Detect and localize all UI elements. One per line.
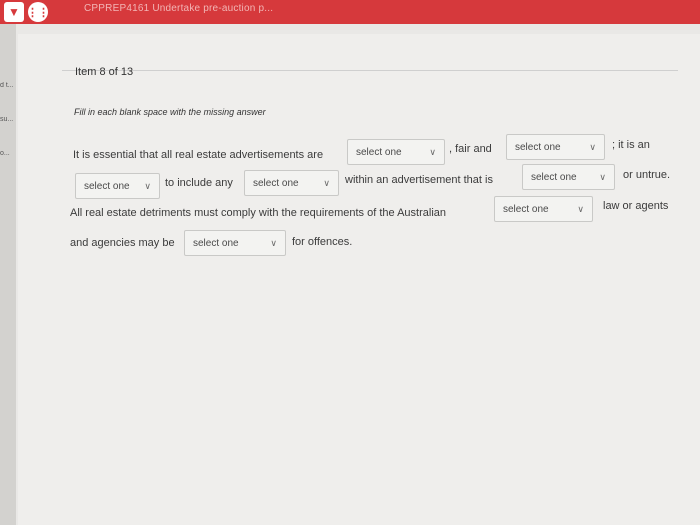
instruction-text: Fill in each blank space with the missin… xyxy=(74,107,266,117)
left-nav-item[interactable] xyxy=(0,184,16,194)
chevron-down-icon: ∨ xyxy=(270,237,277,248)
answer-select-5[interactable]: select one ∨ xyxy=(522,164,615,190)
left-nav: d t... su... o... xyxy=(0,24,16,525)
answer-select-1[interactable]: select one ∨ xyxy=(347,139,445,165)
sentence-text: within an advertisement that is xyxy=(345,174,493,186)
sentence-text: law or agents xyxy=(603,200,669,212)
sentence-text: All real estate detriments must comply w… xyxy=(70,207,447,219)
left-nav-item[interactable]: o... xyxy=(0,150,16,160)
sentence-text: and agencies may be xyxy=(70,237,175,249)
left-nav-item[interactable]: d t... xyxy=(0,82,16,92)
chevron-down-icon: ∨ xyxy=(144,180,151,191)
grid-icon[interactable]: ⋮⋮ xyxy=(27,2,49,22)
answer-select-6[interactable]: select one ∨ xyxy=(494,196,593,222)
header-divider xyxy=(62,70,678,71)
course-title: CPPREP4161 Undertake pre-auction p... xyxy=(84,3,274,14)
chevron-down-icon: ∨ xyxy=(429,146,436,157)
chevron-down-icon: ∨ xyxy=(589,141,596,152)
answer-select-4[interactable]: select one ∨ xyxy=(244,170,339,196)
chevron-down-icon: ∨ xyxy=(599,171,606,182)
chevron-down-icon: ∨ xyxy=(323,177,330,188)
left-nav-item[interactable] xyxy=(0,220,16,230)
item-header: Item 8 of 13 xyxy=(75,66,134,78)
sentence-text: or untrue. xyxy=(623,169,671,181)
answer-select-3[interactable]: select one ∨ xyxy=(75,173,160,199)
chevron-down-icon[interactable]: ▼ xyxy=(4,2,24,22)
left-nav-item[interactable]: su... xyxy=(0,116,16,126)
sentence-text: ; it is an xyxy=(612,139,650,151)
sentence-text: , fair and xyxy=(449,143,492,155)
chevron-down-icon: ∨ xyxy=(577,203,584,214)
top-bar: ▼ ⋮⋮ CPPREP4161 Undertake pre-auction p.… xyxy=(0,0,700,24)
sentence-text: to include any xyxy=(165,177,233,189)
answer-select-7[interactable]: select one ∨ xyxy=(184,230,286,256)
answer-select-2[interactable]: select one ∨ xyxy=(506,134,605,160)
sentence-text: for offences. xyxy=(292,236,353,248)
sentence-text: It is essential that all real estate adv… xyxy=(73,149,324,161)
